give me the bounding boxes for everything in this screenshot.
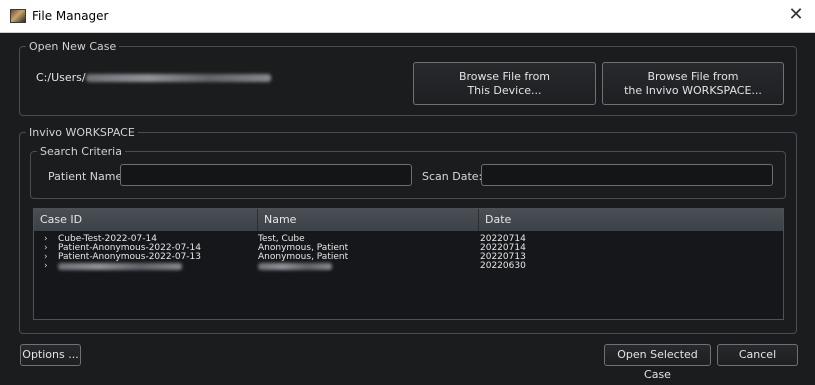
- title-bar: File Manager ✕: [0, 0, 815, 33]
- column-header-name[interactable]: Name: [258, 209, 479, 231]
- workspace-legend: Invivo WORKSPACE: [29, 126, 135, 139]
- case-id-cell: Patient-Anonymous-2022-07-13: [58, 252, 202, 262]
- table-row[interactable]: › Patient-Anonymous-2022-07-13 Anonymous…: [34, 253, 783, 262]
- patient-name-input[interactable]: [120, 164, 412, 186]
- scan-date-label: Scan Date:: [422, 170, 483, 183]
- date-cell: 20220630: [480, 261, 526, 271]
- case-table[interactable]: Case ID Name Date › Cube-Test-2022-07-14…: [33, 208, 784, 320]
- case-path-prefix: C:/Users/: [36, 71, 86, 84]
- search-criteria-legend: Search Criteria: [40, 145, 122, 158]
- scan-date-input[interactable]: [481, 164, 773, 186]
- cancel-button[interactable]: Cancel: [717, 344, 798, 366]
- column-header-case-id[interactable]: Case ID: [34, 209, 258, 231]
- browse-device-line1: Browse File from: [458, 69, 551, 83]
- chevron-right-icon[interactable]: ›: [44, 262, 48, 271]
- browse-device-button[interactable]: Browse File from This Device...: [413, 62, 596, 105]
- open-selected-case-button[interactable]: Open Selected Case: [604, 344, 711, 381]
- redacted-case-id: [58, 263, 182, 270]
- window-title: File Manager: [32, 9, 109, 23]
- open-new-case-legend: Open New Case: [29, 40, 117, 53]
- case-path: C:/Users/: [36, 71, 271, 84]
- browse-workspace-line1: Browse File from: [647, 69, 739, 83]
- name-cell-redacted: [258, 263, 332, 272]
- table-header: Case ID Name Date: [34, 209, 783, 231]
- close-icon[interactable]: ✕: [785, 4, 807, 26]
- app-icon: [10, 9, 26, 23]
- column-header-date[interactable]: Date: [479, 209, 783, 231]
- browse-device-line2: This Device...: [467, 83, 542, 97]
- redacted-name: [258, 263, 332, 270]
- patient-name-label: Patient Name:: [48, 170, 126, 183]
- name-cell: Anonymous, Patient: [258, 252, 349, 262]
- redacted-path: [85, 74, 271, 82]
- options-button[interactable]: Options ...: [20, 344, 81, 366]
- browse-workspace-line2: the Invivo WORKSPACE...: [624, 83, 762, 97]
- table-row[interactable]: › 20220630: [34, 262, 783, 271]
- case-id-cell-redacted: [58, 263, 182, 272]
- browse-workspace-button[interactable]: Browse File from the Invivo WORKSPACE...: [602, 62, 784, 105]
